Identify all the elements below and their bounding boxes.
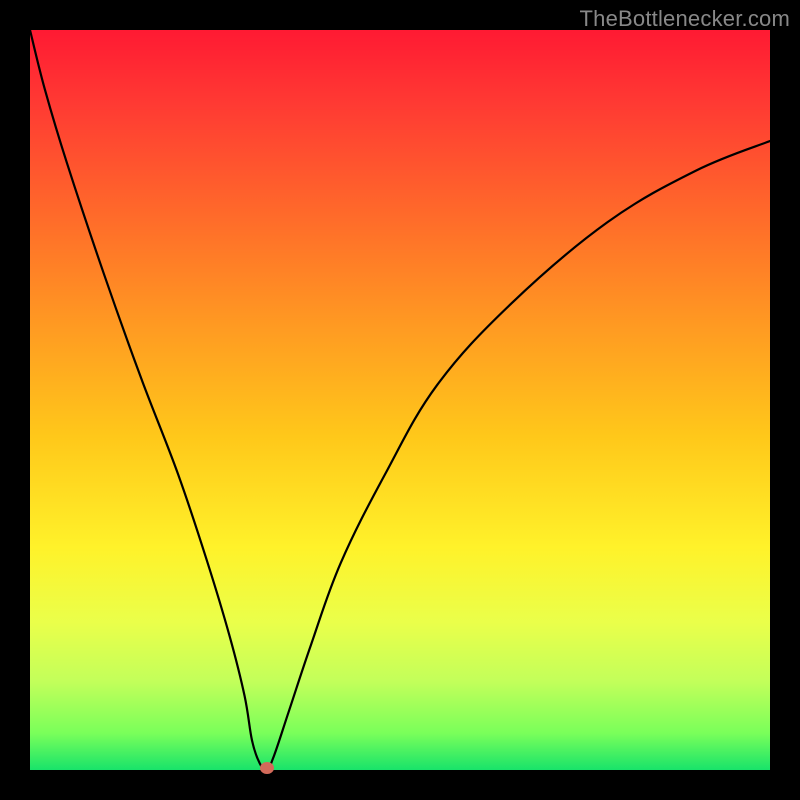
watermark-text: TheBottlenecker.com <box>580 6 790 32</box>
chart-frame: TheBottlenecker.com <box>0 0 800 800</box>
minimum-marker <box>260 762 274 774</box>
bottleneck-curve <box>30 30 770 770</box>
plot-area <box>30 30 770 770</box>
